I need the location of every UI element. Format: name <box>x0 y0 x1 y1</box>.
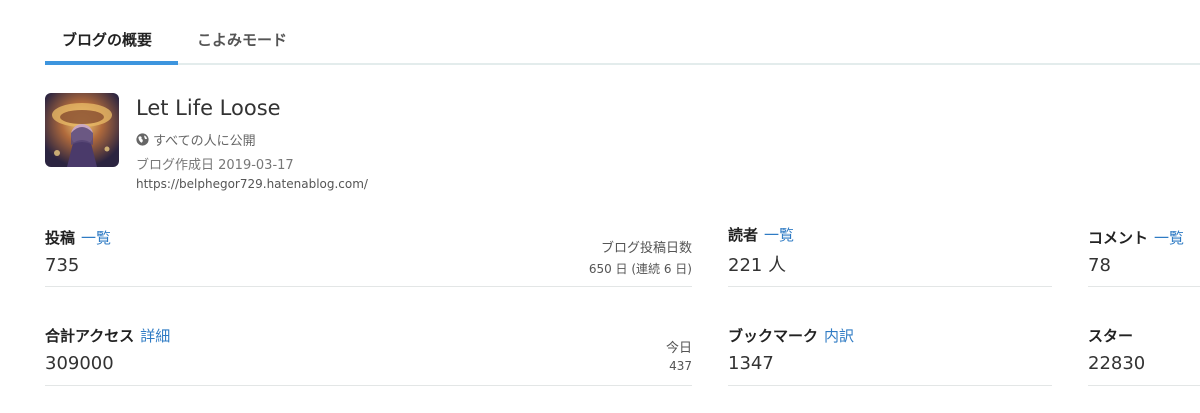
stat-comments-value: 78 <box>1088 255 1111 276</box>
stat-stars-value: 22830 <box>1088 353 1146 374</box>
stat-posts-value: 735 <box>45 255 80 276</box>
globe-icon <box>136 133 149 146</box>
tab-blog-overview[interactable]: ブログの概要 <box>62 29 152 50</box>
blog-created-date: ブログ作成日 2019-03-17 <box>136 158 294 173</box>
stat-stars: スター 22830 <box>1088 323 1200 386</box>
stat-readers: 読者 一覧 221 人 <box>728 222 1052 287</box>
access-detail-link[interactable]: 詳細 <box>140 327 170 345</box>
stat-readers-label: 読者 一覧 <box>728 226 795 244</box>
stat-bookmarks-value: 1347 <box>728 353 774 374</box>
stat-comments: コメント 一覧 78 <box>1088 225 1200 287</box>
tab-bar: ブログの概要 こよみモード <box>45 0 1200 65</box>
visibility-status: すべての人に公開 <box>136 130 256 149</box>
avatar-image <box>45 93 119 167</box>
comments-list-link[interactable]: 一覧 <box>1154 229 1184 247</box>
today-label: 今日 <box>665 341 692 356</box>
blog-url[interactable]: https://belphegor729.hatenablog.com/ <box>136 177 368 191</box>
readers-list-link[interactable]: 一覧 <box>764 226 794 244</box>
stat-comments-label: コメント 一覧 <box>1088 229 1185 247</box>
active-tab-indicator <box>45 61 178 65</box>
stat-posts-label: 投稿 一覧 <box>45 229 112 247</box>
visibility-label: すべての人に公開 <box>153 134 256 149</box>
stat-bookmarks: ブックマーク 内訳 1347 <box>728 323 1052 386</box>
today-value: 437 <box>669 359 692 373</box>
blog-dashboard: ブログの概要 こよみモード Let Life Loose すべての人に公開 ブロ… <box>0 0 1200 413</box>
blog-avatar[interactable] <box>45 93 119 167</box>
blog-title[interactable]: Let Life Loose <box>136 96 281 120</box>
posts-list-link[interactable]: 一覧 <box>81 229 111 247</box>
stat-posts: 投稿 一覧 735 ブログ投稿日数 650 日 (連続 6 日) <box>45 225 692 287</box>
bookmarks-breakdown-link[interactable]: 内訳 <box>824 327 854 345</box>
tab-calendar-mode[interactable]: こよみモード <box>197 29 287 50</box>
stat-bookmarks-label: ブックマーク 内訳 <box>728 327 855 345</box>
stat-access-label: 合計アクセス 詳細 <box>45 327 171 345</box>
posting-days-label: ブログ投稿日数 <box>600 241 692 256</box>
stat-access-value: 309000 <box>45 353 114 374</box>
stat-stars-label: スター <box>1088 327 1134 345</box>
posting-days-value: 650 日 (連続 6 日) <box>588 262 692 276</box>
stat-readers-value: 221 人 <box>728 255 787 276</box>
stat-total-access: 合計アクセス 詳細 309000 今日 437 <box>45 323 692 386</box>
